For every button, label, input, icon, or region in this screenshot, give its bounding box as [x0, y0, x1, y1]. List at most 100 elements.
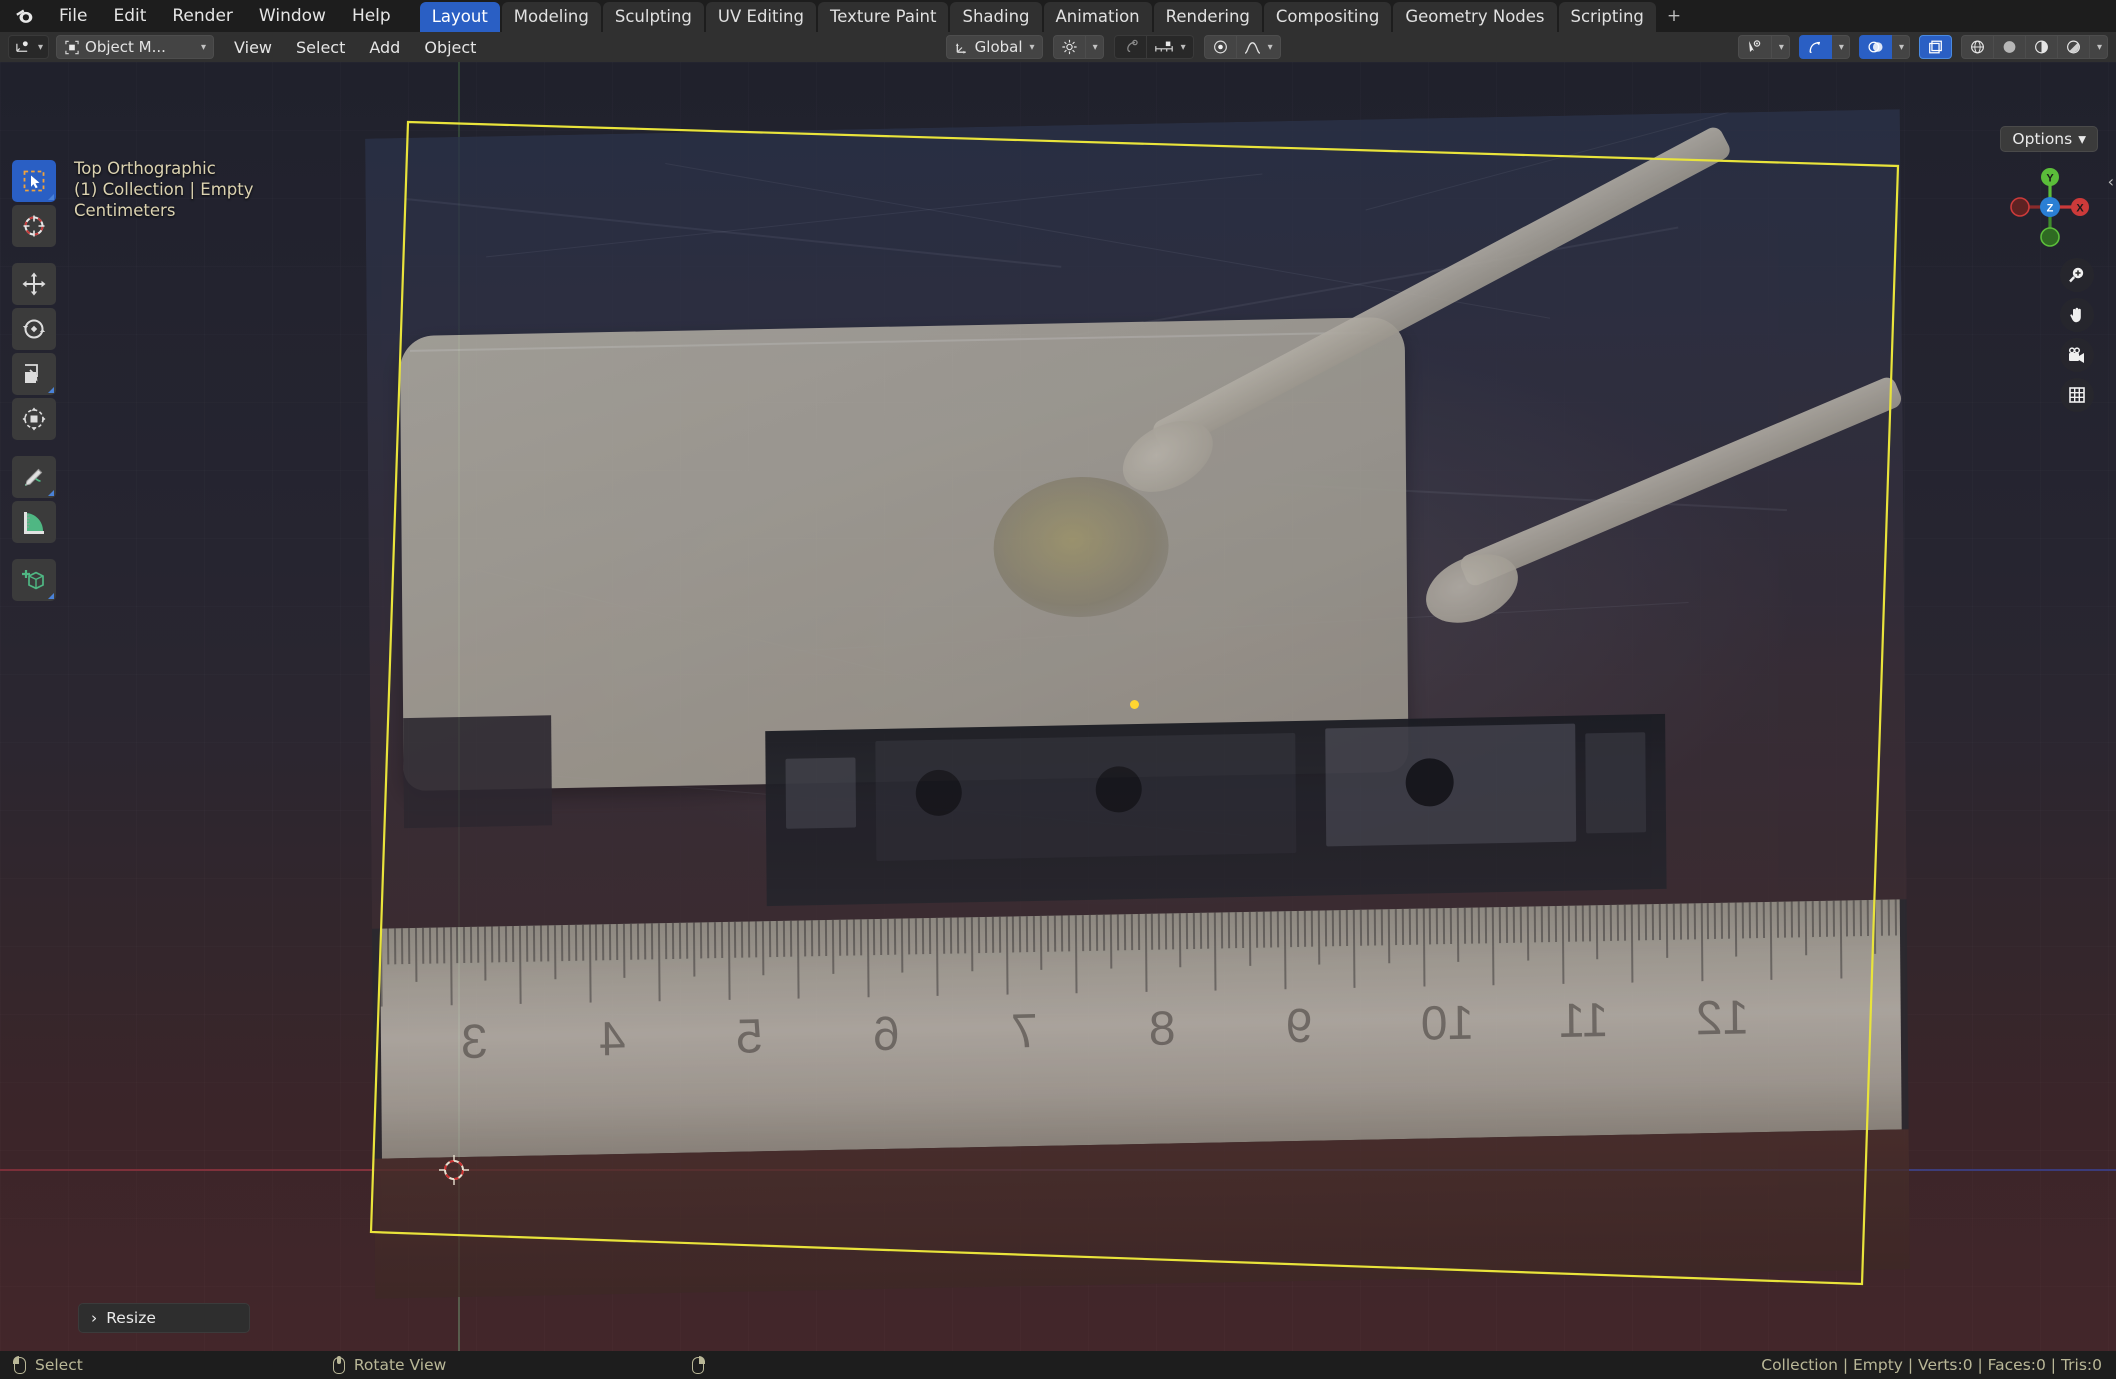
falloff-type-selector[interactable]: ▾ [1236, 35, 1281, 59]
ruler-tick [956, 917, 960, 954]
ruler-tick [769, 921, 772, 958]
workspace-tab-compositing[interactable]: Compositing [1263, 2, 1392, 32]
shading-material-button[interactable] [2025, 35, 2058, 59]
ruler-tick [796, 920, 800, 999]
overlays-dropdown[interactable]: ▾ [1891, 35, 1910, 59]
status-hint-select-label: Select [35, 1356, 83, 1374]
gizmo-dropdown[interactable]: ▾ [1831, 35, 1850, 59]
tool-tweak[interactable] [12, 160, 56, 202]
ruler-tick [1026, 916, 1029, 953]
shading-solid-button[interactable] [1993, 35, 2026, 59]
ruler-tick [1241, 912, 1244, 949]
viewport-options-button[interactable]: Options ▾ [2000, 126, 2098, 152]
xray-toggle-button[interactable] [1918, 35, 1952, 59]
visibility-controls: ▾ [1737, 35, 1790, 59]
viewport-menu-object[interactable]: Object [412, 35, 488, 60]
ruler-tick [685, 922, 689, 959]
toggle-perspective-icon[interactable] [2060, 378, 2094, 412]
ruler-tick [1853, 900, 1856, 937]
ruler-tick [1602, 905, 1606, 942]
ruler-tick [1352, 909, 1356, 988]
proportional-edit-controls: ▾ [1113, 35, 1194, 59]
ruler-tick [1714, 902, 1717, 939]
ruler-tick [498, 926, 501, 963]
ruler-tick [1116, 914, 1119, 951]
gizmo-toggle-button[interactable] [1798, 35, 1832, 59]
ruler-tick [1186, 913, 1189, 950]
workspace-tab-animation[interactable]: Animation [1043, 2, 1152, 32]
workspace-tab-scripting[interactable]: Scripting [1558, 2, 1656, 32]
workspace-tab-modeling[interactable]: Modeling [501, 2, 601, 32]
workspace-tab-geometry-nodes[interactable]: Geometry Nodes [1393, 2, 1557, 32]
editor-type-selector[interactable]: ▾ [8, 35, 50, 59]
object-visibility-button[interactable] [1737, 35, 1772, 59]
workspace-tab-uv-editing[interactable]: UV Editing [705, 2, 816, 32]
transform-orientation-selector[interactable]: Global ▾ [945, 35, 1043, 59]
ruler-tick [1526, 906, 1529, 961]
ruler-tick [657, 923, 661, 1002]
ruler-tick [678, 922, 682, 959]
viewport-3d[interactable]: 3 4 5 6 7 8 9 10 11 12 Top Orthographic … [0, 62, 2116, 1351]
snap-toggle-button[interactable] [1052, 35, 1086, 59]
mouse-left-icon [13, 1355, 26, 1374]
ruler-tick [1047, 915, 1050, 952]
proportional-edit-toggle[interactable] [1113, 35, 1147, 59]
blender-logo-icon[interactable] [10, 4, 40, 28]
ruler-tick [1457, 907, 1460, 962]
ruler-tick [1741, 902, 1745, 939]
shading-wireframe-button[interactable] [1960, 35, 1994, 59]
ruler-tick [1081, 915, 1085, 952]
shading-rendered-button[interactable] [2057, 35, 2090, 59]
tool-annotate[interactable] [12, 456, 56, 498]
ruler-tick [1804, 901, 1807, 956]
menu-window[interactable]: Window [246, 3, 339, 29]
tool-cursor[interactable] [12, 205, 56, 247]
chevron-down-icon: ▾ [1778, 41, 1784, 53]
ruler-tick [525, 925, 529, 962]
viewport-menu-view[interactable]: View [222, 35, 284, 60]
ruler-tick [379, 928, 383, 1007]
workspace-tab-layout[interactable]: Layout [419, 2, 500, 32]
tool-move[interactable] [12, 263, 56, 305]
ruler-tick [1860, 900, 1863, 937]
orientation-axes-icon [954, 40, 970, 55]
overlays-toggle-button[interactable] [1858, 35, 1892, 59]
workspace-tab-rendering[interactable]: Rendering [1153, 2, 1262, 32]
menu-edit[interactable]: Edit [100, 3, 159, 29]
ruler-tick [1700, 903, 1703, 982]
viewport-menu-add[interactable]: Add [357, 35, 412, 60]
ruler-tick [1366, 909, 1369, 946]
proportional-size-field[interactable]: ▾ [1146, 35, 1194, 59]
ruler-tick [1658, 903, 1661, 941]
tool-transform[interactable] [12, 398, 56, 440]
chevron-right-icon[interactable]: › [91, 1309, 97, 1327]
collection-object-label: (1) Collection | Empty [74, 180, 254, 199]
tool-scale[interactable] [12, 353, 56, 395]
operator-redo-panel[interactable]: › Resize [78, 1303, 250, 1333]
tool-measure[interactable] [12, 501, 56, 543]
workspace-tab-sculpting[interactable]: Sculpting [602, 2, 704, 32]
menu-render[interactable]: Render [159, 3, 246, 29]
add-workspace-button[interactable]: + [1658, 2, 1690, 32]
snap-target-selector[interactable]: ▾ [1085, 35, 1104, 59]
menu-file[interactable]: File [46, 3, 100, 29]
object-mode-selector[interactable]: Object M... ▾ [56, 35, 215, 59]
ruler-tick [998, 916, 1001, 953]
tool-add-cube[interactable] [12, 559, 56, 601]
viewport-menu-select[interactable]: Select [284, 35, 357, 60]
shading-dropdown[interactable]: ▾ [2089, 35, 2108, 59]
ruler-number: 11 [1558, 994, 1609, 1048]
menu-help[interactable]: Help [339, 3, 404, 29]
sidebar-toggle-button[interactable]: ‹ [2108, 172, 2114, 191]
tool-rotate[interactable] [12, 308, 56, 350]
zoom-icon[interactable] [2060, 258, 2094, 292]
pan-hand-icon[interactable] [2060, 298, 2094, 332]
workspace-tab-shading[interactable]: Shading [950, 2, 1042, 32]
pivot-point-selector[interactable] [1203, 35, 1237, 59]
workspace-tab-texture-paint[interactable]: Texture Paint [817, 2, 949, 32]
navigation-gizmo[interactable]: Y X Z [2000, 157, 2100, 257]
visibility-dropdown[interactable]: ▾ [1771, 35, 1790, 59]
ruler-number: 10 [1420, 996, 1475, 1051]
ruler-tick [1165, 913, 1168, 950]
camera-view-icon[interactable] [2060, 338, 2094, 372]
